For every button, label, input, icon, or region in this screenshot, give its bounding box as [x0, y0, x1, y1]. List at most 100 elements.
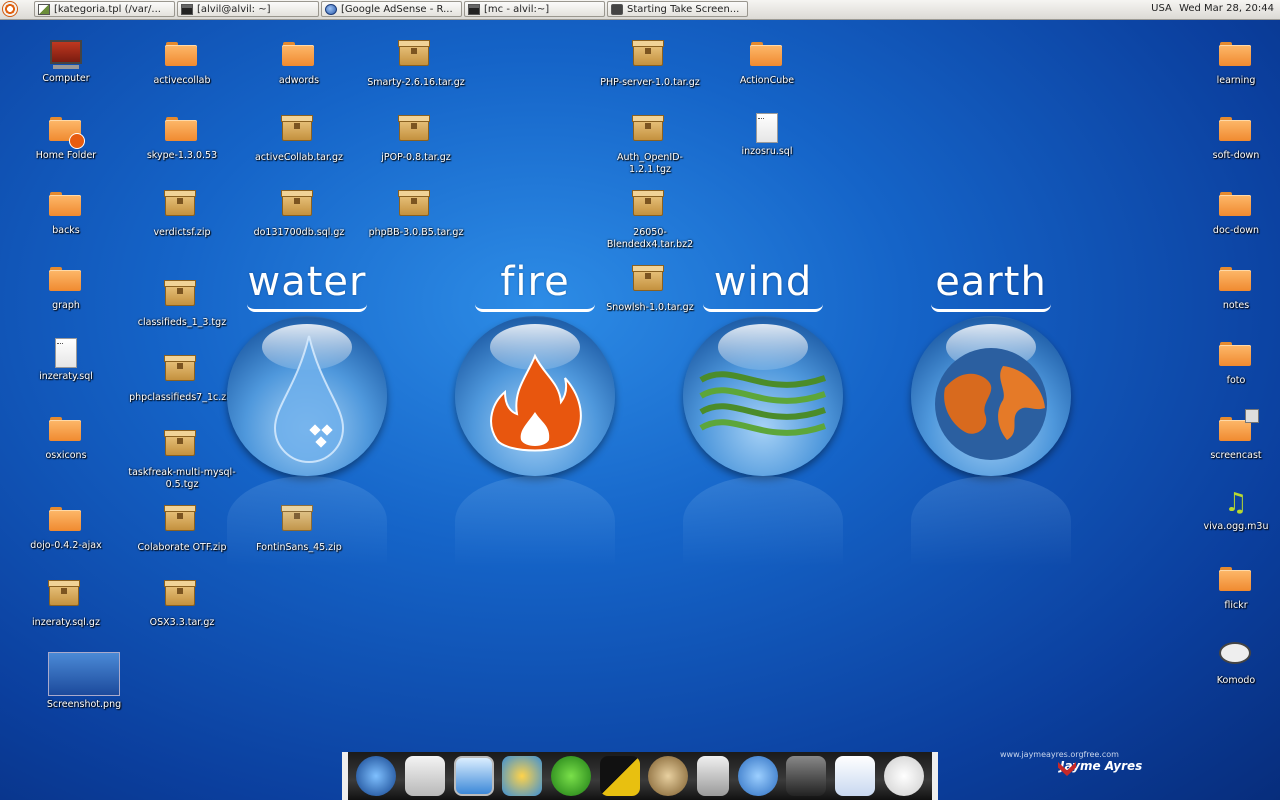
desktop-icon-notes[interactable]: notes — [1181, 263, 1280, 312]
document-icon — [750, 113, 784, 143]
desktop-icon-label: learning — [1216, 75, 1256, 86]
messenger-icon[interactable] — [737, 756, 778, 796]
desktop-icon-computer[interactable]: Computer — [11, 38, 121, 85]
package-icon — [164, 580, 199, 614]
package-icon — [281, 115, 316, 149]
desktop-icon-label: taskfreak-multi-mysql-0.5.tgz — [128, 467, 236, 490]
desktop-icon-viva-playlist[interactable]: ♫ viva.ogg.m3u — [1181, 488, 1280, 533]
top-panel: [kategoria.tpl (/var/... [alvil@alvil: ~… — [0, 0, 1280, 20]
clock[interactable]: Wed Mar 28, 20:44 — [1179, 3, 1274, 14]
desktop-icon-do131700db[interactable]: do131700db.sql.gz — [244, 188, 354, 239]
mail-icon[interactable] — [404, 756, 445, 796]
package-icon — [164, 280, 199, 314]
desktop-icon-label: 26050-Blendedx4.tar.bz2 — [606, 227, 694, 250]
desktop-icon-label: osxicons — [45, 450, 87, 461]
ubuntu-menu-icon[interactable] — [2, 1, 18, 17]
desktop-icon-label: screencast — [1210, 450, 1262, 461]
wallpaper-element-earth: earth — [906, 260, 1076, 566]
taskbar-item-label: Starting Take Screen... — [627, 3, 740, 15]
element-word: fire — [500, 259, 570, 305]
desktop-icon-learning[interactable]: learning — [1181, 38, 1280, 87]
desktop-icon-label: Komodo — [1216, 675, 1256, 686]
taskbar-item-browser[interactable]: [Google AdSense - R... — [321, 1, 462, 17]
desktop-icon-label: Colaborate OTF.zip — [137, 542, 227, 553]
desktop-icon-home-folder[interactable]: Home Folder — [11, 113, 121, 162]
display-icon[interactable] — [453, 756, 494, 796]
desktop-icon-label: classifieds_1_3.tgz — [137, 317, 227, 328]
taskbar-item-screenshot[interactable]: Starting Take Screen... — [607, 1, 748, 17]
desktop-icon-osx33[interactable]: OSX3.3.tar.gz — [127, 578, 237, 629]
desktop-icon-actioncube[interactable]: ActionCube — [712, 38, 822, 87]
desktop-icon-label: Smarty-2.6.16.tar.gz — [367, 77, 465, 88]
inkscape-icon[interactable] — [550, 756, 591, 796]
folder-icon — [282, 42, 316, 72]
desktop-icon-jpop[interactable]: jPOP-0.8.tar.gz — [361, 113, 471, 164]
desktop-icon-activecollab[interactable]: activecollab — [127, 38, 237, 87]
desktop-icon-auth-openid[interactable]: Auth_OpenID-1.2.1.tgz — [595, 113, 705, 176]
package-icon — [164, 505, 199, 539]
desktop-icon-foto[interactable]: foto — [1181, 338, 1280, 387]
desktop-icon-phpclassifieds[interactable]: phpclassifieds7_1c.zip — [127, 353, 237, 404]
photo-icon[interactable] — [502, 756, 543, 796]
desktop-icon-flickr[interactable]: flickr — [1181, 563, 1280, 612]
folder-icon — [49, 507, 83, 537]
gimp-icon[interactable] — [648, 756, 689, 796]
wallpaper-element-water: water — [222, 260, 392, 566]
folder-icon — [165, 42, 199, 72]
folder-icon — [49, 192, 83, 222]
desktop-icon-dojo[interactable]: dojo-0.4.2-ajax — [11, 503, 121, 552]
element-word: wind — [713, 259, 813, 305]
desktop-icon-backs[interactable]: backs — [11, 188, 121, 237]
package-icon — [632, 265, 667, 299]
desktop-icon-colaborate-otf[interactable]: Colaborate OTF.zip — [127, 503, 237, 554]
desktop-icon-skype[interactable]: skype-1.3.0.53 — [127, 113, 237, 162]
camera-icon[interactable] — [786, 756, 827, 796]
terminal-icon[interactable] — [599, 756, 640, 796]
desktop-icon-inzosru-sql[interactable]: inzosru.sql — [712, 113, 822, 158]
music-note-icon: ♫ — [1224, 488, 1248, 518]
desktop-icon-adwords[interactable]: adwords — [244, 38, 354, 87]
calculator-icon[interactable] — [696, 756, 729, 796]
desktop-icon-soft-down[interactable]: soft-down — [1181, 113, 1280, 162]
desktop-icon-blendedx4[interactable]: 26050-Blendedx4.tar.bz2 — [595, 188, 705, 251]
komodo-icon — [1219, 642, 1253, 672]
taskbar-item-mc[interactable]: [mc - alvil:~] — [464, 1, 605, 17]
desktop-icon-smarty[interactable]: Smarty-2.6.16.tar.gz — [361, 38, 471, 89]
desktop-icon-inzeraty-sql-gz[interactable]: inzeraty.sql.gz — [11, 578, 121, 629]
terminal-icon — [468, 3, 480, 15]
desktop-icon-activecollab-tar[interactable]: activeCollab.tar.gz — [244, 113, 354, 164]
ghost-icon[interactable] — [883, 756, 924, 796]
desktop-icon-screencast[interactable]: screencast — [1181, 409, 1280, 462]
desktop-icon-label: flickr — [1224, 600, 1248, 611]
folder-icon — [1219, 267, 1253, 297]
desktop-icon-osxicons[interactable]: osxicons — [11, 413, 121, 462]
notes-icon[interactable] — [834, 756, 875, 796]
taskbar-item-terminal[interactable]: [alvil@alvil: ~] — [177, 1, 319, 17]
taskbar-item-label: [kategoria.tpl (/var/... — [54, 3, 161, 15]
package-icon — [398, 190, 433, 224]
desktop-icon-taskfreak[interactable]: taskfreak-multi-mysql-0.5.tgz — [127, 428, 237, 491]
keyboard-layout-indicator[interactable]: USA — [1151, 3, 1172, 14]
computer-icon — [49, 40, 83, 70]
desktop-icon-php-server[interactable]: PHP-server-1.0.tar.gz — [595, 38, 705, 89]
package-icon — [632, 115, 667, 149]
desktop-icon-inzeraty-sql[interactable]: inzeraty.sql — [11, 338, 121, 383]
package-icon — [164, 355, 199, 389]
wallpaper-element-fire: fire — [450, 260, 620, 566]
globe-icon — [935, 348, 1047, 460]
desktop-icon-graph[interactable]: graph — [11, 263, 121, 312]
desktop-icon-classifieds[interactable]: classifieds_1_3.tgz — [127, 278, 237, 329]
element-word: water — [247, 259, 367, 305]
folder-icon — [1219, 342, 1253, 372]
desktop-icon-komodo[interactable]: Komodo — [1181, 638, 1280, 687]
desktop-icon-phpbb[interactable]: phpBB-3.0.B5.tar.gz — [361, 188, 471, 239]
desktop-icon-verdictsf[interactable]: verdictsf.zip — [127, 188, 237, 239]
taskbar-item-editor[interactable]: [kategoria.tpl (/var/... — [34, 1, 175, 17]
package-icon — [164, 430, 199, 464]
desktop-icon-label: verdictsf.zip — [153, 227, 211, 238]
desktop-icon-doc-down[interactable]: doc-down — [1181, 188, 1280, 237]
folder-icon — [165, 117, 199, 147]
desktop-icon-screenshot[interactable]: Screenshot.png — [29, 652, 139, 711]
browser-icon[interactable] — [356, 756, 397, 796]
browser-icon — [325, 3, 337, 15]
